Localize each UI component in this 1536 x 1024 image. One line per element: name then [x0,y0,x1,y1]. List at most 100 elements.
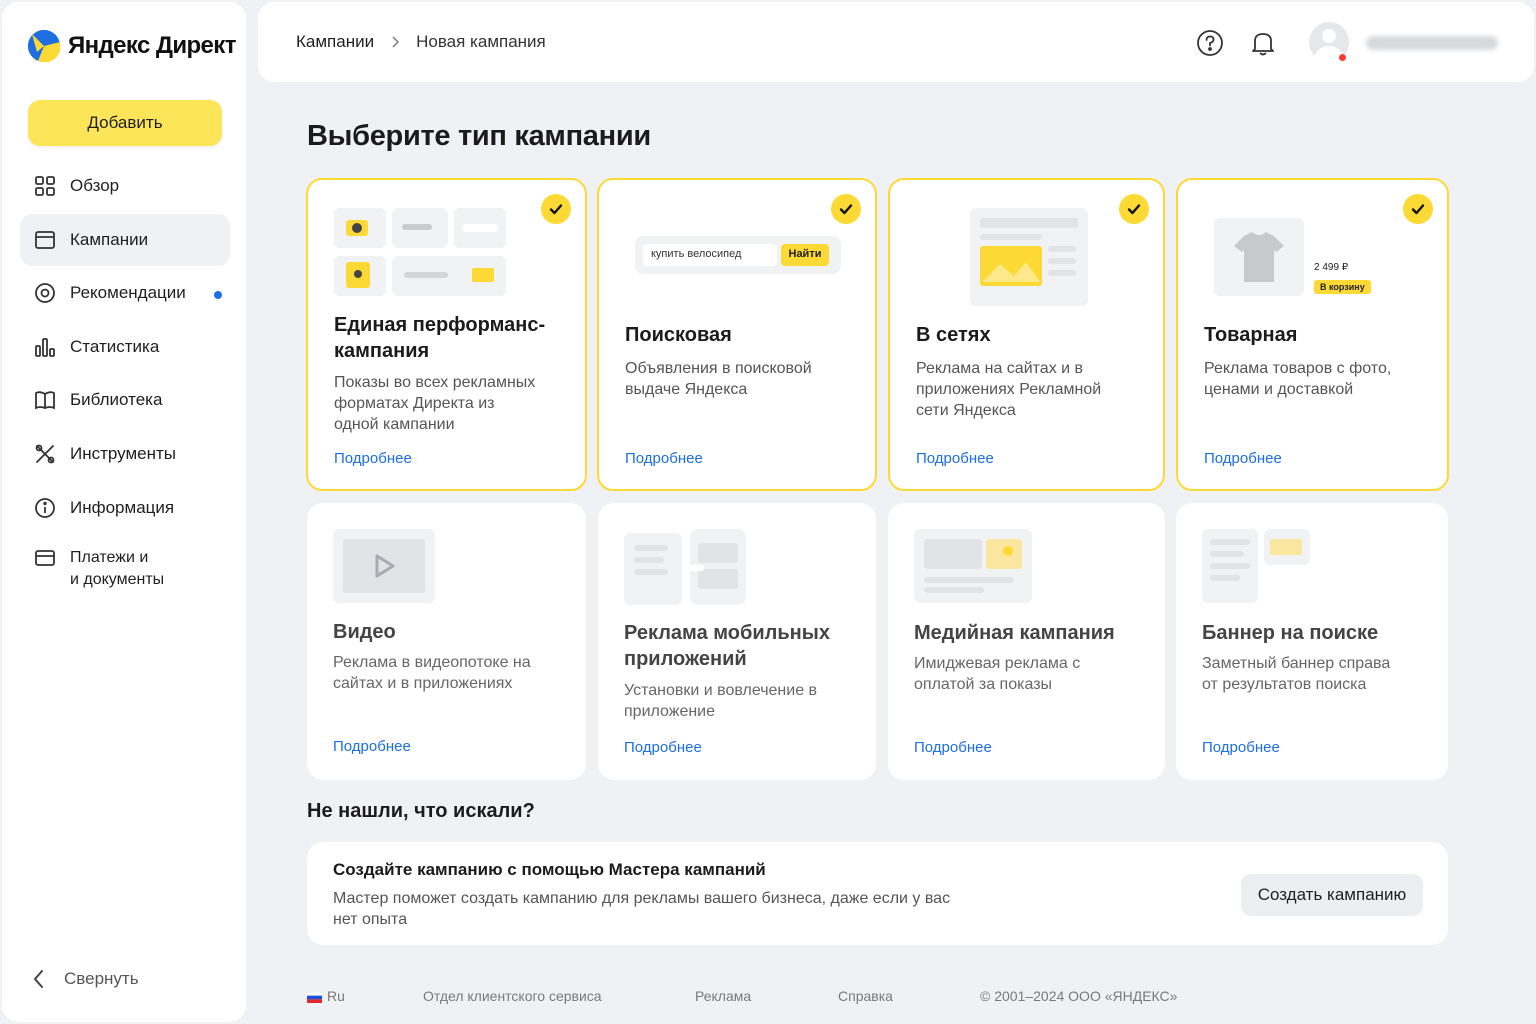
sidebar-item-payments[interactable]: Платежи и и документы [20,535,230,603]
wizard-title: Создайте кампанию с помощью Мастера камп… [333,860,766,879]
campaign-card-media[interactable]: Медийная кампания Имиджевая реклама с оп… [888,503,1165,780]
status-dot [1338,53,1347,62]
sidebar-item-library[interactable]: Библиотека [20,374,230,426]
campaign-card-products[interactable]: 2 499 ₽ В корзину Товарная Реклама товар… [1176,178,1449,491]
sidebar-item-label: Обзор [70,176,120,195]
breadcrumb-new-campaign: Новая кампания [416,32,546,51]
top-header: Кампании Новая кампания [258,2,1534,82]
sidebar-item-overview[interactable]: Обзор [20,160,230,212]
card-description: Объявления в поисковой выдаче Яндекса [625,360,812,398]
more-link[interactable]: Подробнее [624,739,702,756]
card-title: Видео [333,621,396,643]
networks-illustration [970,208,1088,306]
logo-text: Яндекс Директ [68,32,236,59]
sidebar-nav: Обзор Кампании Рекомендации Статистика Б… [20,160,230,605]
campaign-card-search[interactable]: купить велосипед Найти Поисковая Объявле… [597,178,877,491]
search-banner-illustration [1202,529,1310,603]
user-name-blurred[interactable] [1366,36,1498,50]
book-icon [34,389,56,411]
search-illustration: купить велосипед Найти [635,236,841,274]
sidebar-item-campaigns[interactable]: Кампании [20,213,230,266]
footer-copyright: © 2001–2024 ООО «ЯНДЕКС» [980,988,1178,1004]
card-title: Товарная [1204,324,1298,346]
logo[interactable]: Яндекс Директ [28,30,236,63]
sidebar-item-tools[interactable]: Инструменты [20,428,230,480]
sidebar-item-label: Библиотека [70,390,163,410]
sidebar-item-recommendations[interactable]: Рекомендации [20,267,230,319]
more-link[interactable]: Подробнее [625,450,703,467]
sidebar-item-label: Кампании [70,229,149,249]
tshirt-illustration [1214,218,1304,296]
card-description: Реклама товаров с фото, ценами и доставк… [1204,360,1392,398]
not-found-title: Не нашли, что искали? [307,800,535,822]
card-description: Установки и вовлечение в приложение [624,682,818,720]
collapse-button[interactable]: Свернуть [32,968,139,990]
checkmark-icon [1119,194,1149,224]
card-description: Реклама на сайтах и в приложениях Реклам… [916,360,1102,419]
campaign-card-networks[interactable]: В сетях Реклама на сайтах и в приложения… [888,178,1165,491]
search-query-field: купить велосипед [643,244,777,266]
sidebar-item-info[interactable]: Информация [20,482,230,534]
more-link[interactable]: Подробнее [916,450,994,467]
footer-link-ads[interactable]: Реклама [695,988,751,1004]
wizard-description: Мастер поможет создать кампанию для рекл… [333,890,951,928]
more-link[interactable]: Подробнее [914,739,992,756]
russia-flag-icon [307,992,322,1003]
more-link[interactable]: Подробнее [333,738,411,755]
card-description: Реклама в видеопотоке на сайтах и в прил… [333,654,531,692]
footer-link-support[interactable]: Отдел клиентского сервиса [423,988,602,1004]
bell-icon[interactable] [1250,29,1276,62]
add-to-cart-badge: В корзину [1314,280,1371,294]
grid-icon [34,175,56,197]
bar-chart-icon [34,336,56,358]
sidebar-item-label: Инструменты [70,443,177,463]
campaign-card-mobile-apps[interactable]: Реклама мобильных приложений Установки и… [598,503,876,780]
checkmark-icon [541,194,571,224]
info-icon [34,497,56,519]
card-title: В сетях [916,324,991,346]
create-campaign-button[interactable]: Создать кампанию [1241,874,1423,916]
more-link[interactable]: Подробнее [1202,739,1280,756]
search-find-button: Найти [781,244,829,266]
help-icon[interactable] [1196,29,1224,62]
sidebar-item-label: Информация [70,497,175,517]
add-button[interactable]: Добавить [28,100,222,146]
mobile-app-illustration [624,529,746,605]
performance-illustration [334,208,506,296]
wizard-banner: Создайте кампанию с помощью Мастера камп… [307,842,1448,945]
campaign-card-performance[interactable]: Единая перформанс- кампания Показы во вс… [306,178,587,491]
breadcrumb: Кампании Новая кампания [296,32,546,52]
notification-dot [214,291,222,300]
collapse-label: Свернуть [64,969,139,988]
tools-icon [34,443,56,465]
breadcrumb-campaigns[interactable]: Кампании [296,32,374,52]
card-description: Заметный баннер справа от результатов по… [1202,655,1391,693]
more-link[interactable]: Подробнее [1204,450,1282,467]
target-icon [34,282,56,304]
sidebar-item-statistics[interactable]: Статистика [20,321,230,373]
media-illustration [914,529,1032,603]
sidebar: Яндекс Директ Добавить Обзор Кампании Ре… [2,2,246,1022]
campaign-card-video[interactable]: Видео Реклама в видеопотоке на сайтах и … [307,503,586,780]
card-icon [34,547,56,569]
footer-link-help[interactable]: Справка [838,988,893,1004]
card-title: Поисковая [625,324,732,346]
video-play-illustration [333,529,435,603]
chevron-left-icon [33,970,43,988]
card-title: Медийная кампания [914,622,1115,644]
checkmark-icon [1403,194,1433,224]
yandex-direct-logo-icon [28,30,61,63]
sidebar-item-label: Статистика [70,336,160,356]
language-switch[interactable]: Ru [327,988,345,1004]
more-link[interactable]: Подробнее [334,450,412,467]
browser-window-icon [34,229,56,251]
card-title: Единая перформанс- кампания [334,314,546,362]
checkmark-icon [831,194,861,224]
sidebar-item-label: Платежи и и документы [70,549,165,589]
price-label: 2 499 ₽ [1314,262,1349,273]
page-title: Выберите тип кампании [307,120,651,152]
chevron-right-icon [392,36,400,48]
campaign-card-search-banner[interactable]: Баннер на поиске Заметный баннер справа … [1176,503,1448,780]
sidebar-item-label: Рекомендации [70,283,186,303]
card-title: Реклама мобильных приложений [624,622,830,670]
